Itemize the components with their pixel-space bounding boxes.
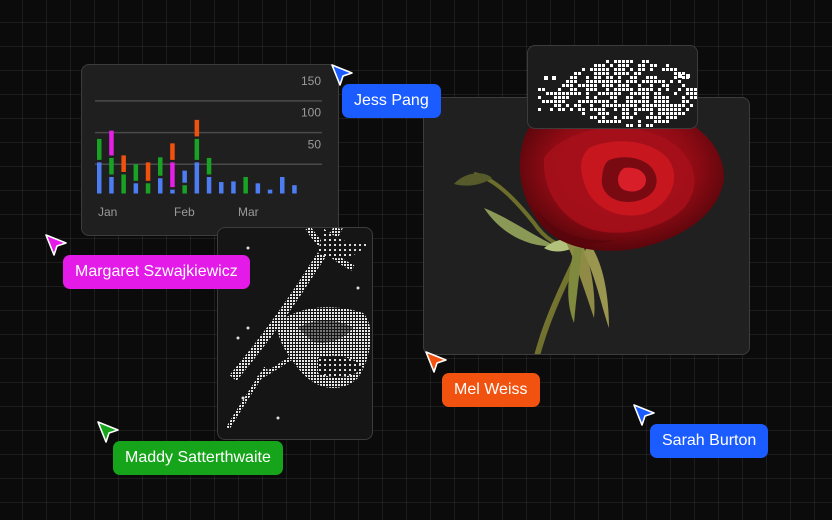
bar-chart: 150 100 50 Jan Feb Mar [95, 74, 322, 219]
collaborator-tag-jess-pang: Jess Pang [342, 84, 441, 118]
bar-segment [243, 176, 248, 194]
bar-segment [121, 155, 126, 172]
bar-segment [97, 162, 102, 194]
y-tick-label: 150 [301, 74, 321, 88]
bar-segment [145, 162, 151, 181]
bar-segment [97, 138, 102, 160]
bar-segment [194, 119, 200, 137]
bar-segment [145, 183, 151, 194]
collaborator-tag-mel-weiss: Mel Weiss [442, 373, 540, 407]
bar-segment [182, 170, 187, 183]
cursor-arrow-icon [425, 351, 447, 373]
bar-segment [109, 157, 114, 175]
bar-segment [255, 183, 261, 194]
bar-segment [182, 185, 187, 194]
rose-image-card[interactable] [423, 97, 750, 355]
bar-segment [206, 157, 212, 175]
bar-segment [194, 162, 200, 194]
bar-segment [280, 176, 285, 194]
pixelated-image [538, 60, 697, 127]
bar-segment [170, 189, 175, 194]
bar-segment [194, 138, 200, 160]
bar-segment [133, 164, 139, 181]
y-tick-label: 50 [308, 137, 322, 151]
bar-segment [158, 178, 163, 194]
bar-segment [109, 176, 114, 194]
bar-segment [121, 174, 126, 194]
x-tick-label: Mar [238, 205, 259, 219]
chart-card[interactable]: 150 100 50 Jan Feb Mar [81, 64, 339, 236]
pixelated-image-card[interactable] [527, 45, 698, 129]
bar-segment [292, 185, 297, 194]
bar-segment [231, 181, 236, 194]
collaborator-tag-sarah-burton: Sarah Burton [650, 424, 769, 458]
bar-segment [109, 130, 114, 156]
bar-segment [267, 189, 273, 194]
bar-segment [158, 157, 163, 176]
x-tick-label: Feb [174, 205, 195, 219]
bar-segment [206, 176, 212, 194]
y-tick-label: 100 [301, 106, 321, 120]
bar-segment [133, 183, 139, 194]
collaborator-tag-margaret-szwajkiewicz: Margaret Szwajkiewicz [63, 255, 250, 289]
bar-segment [219, 182, 224, 194]
x-tick-label: Jan [98, 205, 117, 219]
collaborator-tag-maddy-satterthwaite: Maddy Satterthwaite [113, 441, 283, 475]
bar-segment [170, 143, 175, 160]
bar-segment [170, 162, 175, 188]
rose-image [454, 99, 724, 354]
